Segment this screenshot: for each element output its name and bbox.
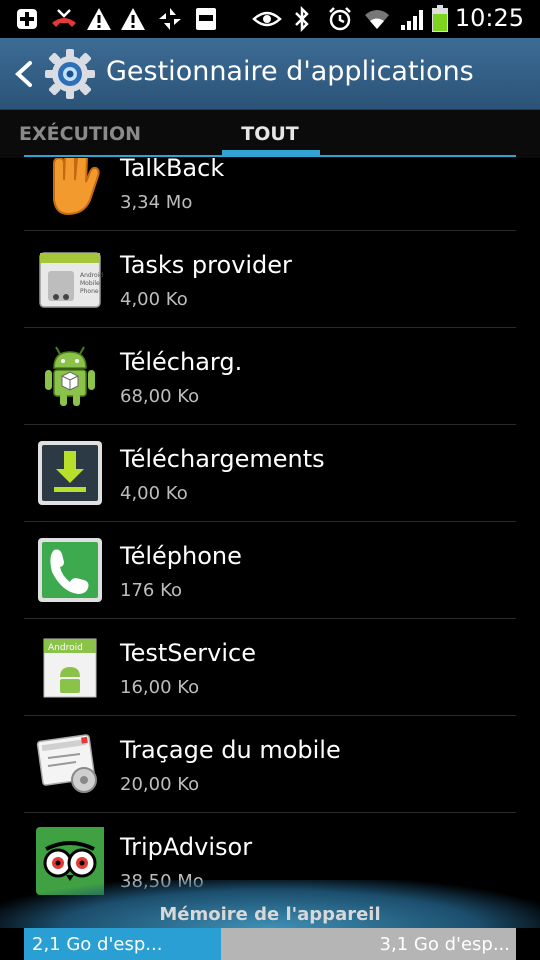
- svg-text:Android: Android: [80, 272, 103, 279]
- app-size: 4,00 Ko: [120, 483, 188, 504]
- tracking-icon: [36, 734, 97, 793]
- app-size: 16,00 Ko: [120, 677, 200, 698]
- svg-text:Mobile: Mobile: [80, 280, 100, 287]
- bluetooth-icon: [292, 6, 312, 32]
- clock: 10:25: [454, 4, 524, 32]
- back-chevron-icon: [15, 61, 32, 87]
- list-item[interactable]: Traçage du mobile 20,00 Ko: [24, 716, 516, 813]
- list-item[interactable]: Télécharg. 68,00 Ko: [24, 328, 516, 425]
- android-test-icon: Android: [43, 638, 97, 698]
- phone-icon: [38, 538, 102, 602]
- list-item[interactable]: Téléchargements 4,00 Ko: [24, 425, 516, 522]
- app-name: TestService: [120, 639, 256, 667]
- missed-call-icon: [50, 6, 78, 32]
- storage-free-label: 3,1 Go d'esp...: [379, 934, 510, 955]
- app-size: 176 Ko: [120, 580, 182, 601]
- app-name: Téléphone: [120, 542, 242, 570]
- app-size: 4,00 Ko: [120, 289, 188, 310]
- eye-icon: [252, 6, 282, 32]
- list-item[interactable]: Android TestService 16,00 Ko: [24, 619, 516, 716]
- android-package-icon: [45, 346, 95, 406]
- svg-text:Phone: Phone: [80, 288, 99, 295]
- app-size: 20,00 Ko: [120, 774, 200, 795]
- add-icon: [14, 6, 40, 32]
- signal-icon: [398, 6, 426, 32]
- action-bar: Gestionnaire d'applications: [0, 38, 540, 110]
- settings-gear-icon: [45, 49, 95, 99]
- app-name: TripAdvisor: [120, 833, 253, 861]
- app-name: TalkBack: [120, 158, 225, 182]
- wifi-icon: [362, 6, 392, 32]
- up-button[interactable]: [0, 38, 100, 110]
- tab-execution[interactable]: EXÉCUTION: [0, 110, 160, 158]
- page-title: Gestionnaire d'applications: [106, 56, 474, 87]
- tab-selected-indicator: [222, 150, 320, 156]
- battery-icon: [430, 5, 450, 32]
- app-name: Téléchargements: [120, 445, 325, 473]
- app-name: Tasks provider: [120, 251, 292, 279]
- warning-icon: [120, 6, 146, 32]
- warning-icon: [86, 6, 112, 32]
- list-item[interactable]: Téléphone 176 Ko: [24, 522, 516, 619]
- list-item[interactable]: Android Mobile Phone Tasks provider 4,00…: [24, 231, 516, 328]
- galaxy-icon: [194, 6, 218, 32]
- android-system-icon: Android Mobile Phone: [39, 252, 103, 308]
- app-size: 68,00 Ko: [120, 386, 200, 407]
- storage-title: Mémoire de l'appareil: [159, 904, 381, 925]
- list-item[interactable]: TalkBack 3,34 Mo: [24, 158, 516, 231]
- app-list[interactable]: TalkBack 3,34 Mo Android Mobile Phone Ta…: [0, 158, 540, 898]
- alarm-icon: [326, 6, 354, 32]
- app-name: Télécharg.: [120, 348, 243, 376]
- hand-icon: [53, 158, 100, 216]
- svg-text:Android: Android: [48, 643, 83, 653]
- app-size: 3,34 Mo: [120, 192, 193, 213]
- app-name: Traçage du mobile: [120, 736, 341, 764]
- status-bar: 10:25: [0, 0, 540, 38]
- storage-used-label: 2,1 Go d'esp...: [32, 934, 163, 955]
- sync-icon: [156, 6, 184, 32]
- download-icon: [38, 441, 102, 505]
